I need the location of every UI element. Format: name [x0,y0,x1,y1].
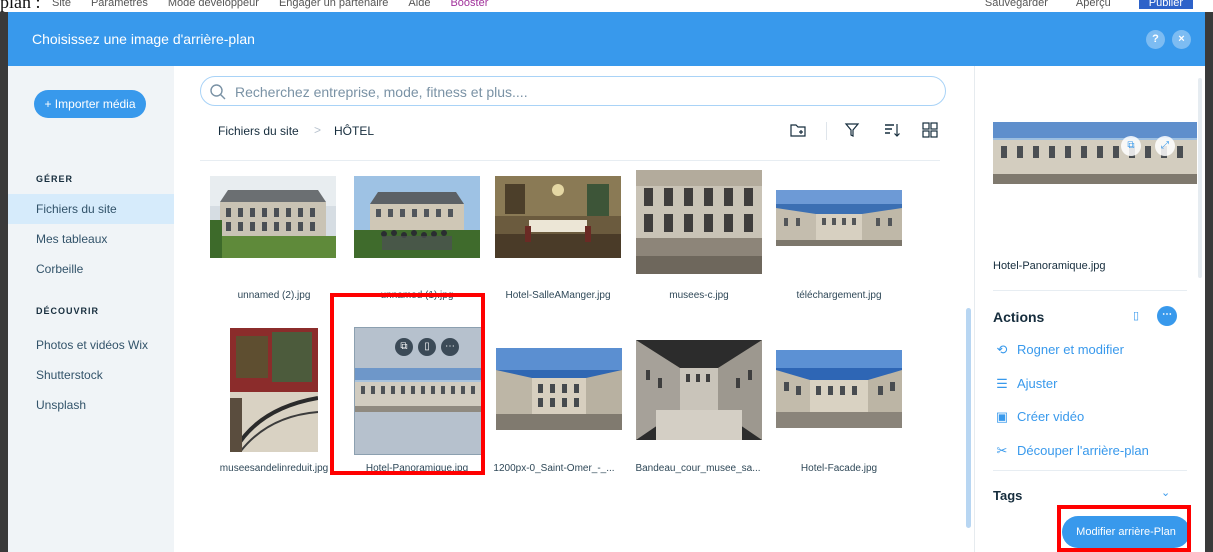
action-label: Découper l'arrière-plan [1017,443,1149,458]
details-divider [993,470,1187,471]
file-thumb-hotel-facade[interactable] [776,350,902,428]
crop-edit-icon: ⟲ [996,342,1008,357]
file-label: Hotel-Facade.jpg [800,463,878,474]
file-label: unnamed (2).jpg [237,290,311,301]
actions-more-icon[interactable]: ⋯ [1157,306,1177,326]
sidebar-item-unsplash[interactable]: Unsplash [8,390,174,420]
sidebar-header-discover: DÉCOUVRIR [36,306,100,316]
file-label: Hotel-SalleAManger.jpg [505,290,611,301]
tags-title: Tags [993,488,1023,503]
highlight-apply-button [1057,505,1191,552]
grid-scrollbar[interactable] [966,308,971,528]
action-label: Rogner et modifier [1017,342,1124,357]
adjust-icon: ☰ [996,376,1008,391]
search-input[interactable]: Recherchez entreprise, mode, fitness et … [200,76,946,106]
backdrop-left [0,12,8,552]
search-placeholder: Recherchez entreprise, mode, fitness et … [235,84,528,100]
file-label: museesandelinreduit.jpg [219,463,329,474]
editor-publish-button[interactable]: Publier [1138,0,1193,9]
grid-view-icon[interactable] [920,120,940,140]
toolbar-rule [200,160,940,161]
details-divider [993,290,1187,291]
file-label: Bandeau_cour_musee_sa... [635,463,761,474]
scissors-icon: ✂ [996,443,1008,458]
actions-title: Actions [993,309,1045,325]
action-cut-background[interactable]: ✂ Découper l'arrière-plan [993,443,1149,459]
file-thumb-bandeau-cour[interactable] [636,340,762,440]
editor-menu-settings[interactable]: Paramètres [91,0,148,9]
new-folder-icon[interactable] [788,120,808,140]
action-adjust[interactable]: ☰ Ajuster [993,376,1057,392]
page-caption: plan : [0,0,41,12]
action-label: Créer vidéo [1017,409,1085,424]
grid-footer [174,492,974,552]
actions-bookmark-icon[interactable]: ▯ [1133,309,1139,322]
video-icon: ▣ [995,409,1009,424]
editor-menu-boost[interactable]: Booster [450,0,488,9]
search-icon [210,84,226,100]
editor-top-bar: plan : Site Paramètres Mode développeur … [0,0,1213,12]
action-crop-edit[interactable]: ⟲ Rogner et modifier [993,342,1124,358]
file-label: 1200px-0_Saint-Omer_-_... [493,463,615,474]
file-thumb-salle-a-manger[interactable] [495,176,621,258]
editor-menu: Site Paramètres Mode développeur Engager… [52,0,488,9]
file-label: musees-c.jpg [669,290,729,301]
editor-save-button[interactable]: Sauvegarder [985,0,1048,9]
selected-filename: Hotel-Panoramique.jpg [993,260,1106,272]
file-browser: Recherchez entreprise, mode, fitness et … [174,66,974,552]
sort-icon[interactable] [882,120,902,140]
highlight-selected-image [330,293,485,475]
file-thumb-musees-c[interactable] [636,170,762,274]
editor-actions: Sauvegarder Aperçu Publier [985,0,1193,9]
import-media-button[interactable]: + Importer média [34,90,146,118]
backdrop-right [1205,12,1213,552]
sidebar-item-boards[interactable]: Mes tableaux [8,224,174,254]
editor-menu-site[interactable]: Site [52,0,71,9]
sidebar-item-trash[interactable]: Corbeille [8,254,174,284]
help-icon[interactable]: ? [1146,30,1165,49]
chevron-down-icon[interactable]: ⌄ [1161,486,1170,499]
modal-header: Choisissez une image d'arrière-plan ? × [8,12,1205,66]
sidebar: + Importer média GÉRER Fichiers du site … [8,66,174,552]
file-thumb-musee-sandelin[interactable] [230,328,318,452]
breadcrumb-separator: > [314,123,322,137]
preview-expand-icon[interactable]: ⤢ [1155,136,1175,156]
sidebar-header-manage: GÉRER [36,174,74,184]
screen: plan : Site Paramètres Mode développeur … [0,0,1213,552]
editor-menu-dev-mode[interactable]: Mode développeur [168,0,259,9]
file-thumb-saint-omer[interactable] [496,348,622,430]
file-thumb-unnamed-1[interactable] [354,176,480,258]
filter-icon[interactable] [842,120,862,140]
action-create-video[interactable]: ▣ Créer vidéo [993,409,1084,425]
close-icon[interactable]: × [1172,30,1191,49]
sidebar-item-site-files[interactable]: Fichiers du site [8,194,174,224]
action-label: Ajuster [1017,376,1058,391]
media-manager-modal: Choisissez une image d'arrière-plan ? × … [8,12,1205,552]
modal-title: Choisissez une image d'arrière-plan [32,31,255,47]
file-thumb-unnamed-2[interactable] [210,176,336,258]
file-thumb-telechargement[interactable] [776,190,902,246]
editor-preview-button[interactable]: Aperçu [1076,0,1111,9]
sidebar-item-shutterstock[interactable]: Shutterstock [8,360,174,390]
editor-menu-hire[interactable]: Engager un partenaire [279,0,388,9]
preview-crop-icon[interactable]: ⧉ [1121,136,1141,156]
editor-menu-help[interactable]: Aide [408,0,430,9]
sidebar-item-wix-media[interactable]: Photos et vidéos Wix [8,330,174,360]
toolbar-divider [826,122,827,140]
details-scrollbar[interactable] [1198,78,1202,278]
details-panel: ⧉ ⤢ Hotel-Panoramique.jpg Actions ▯ ⋯ ⟲ R… [974,66,1205,552]
breadcrumb-current: HÔTEL [334,124,375,138]
breadcrumb-root[interactable]: Fichiers du site [218,124,299,138]
file-label: téléchargement.jpg [796,290,882,301]
